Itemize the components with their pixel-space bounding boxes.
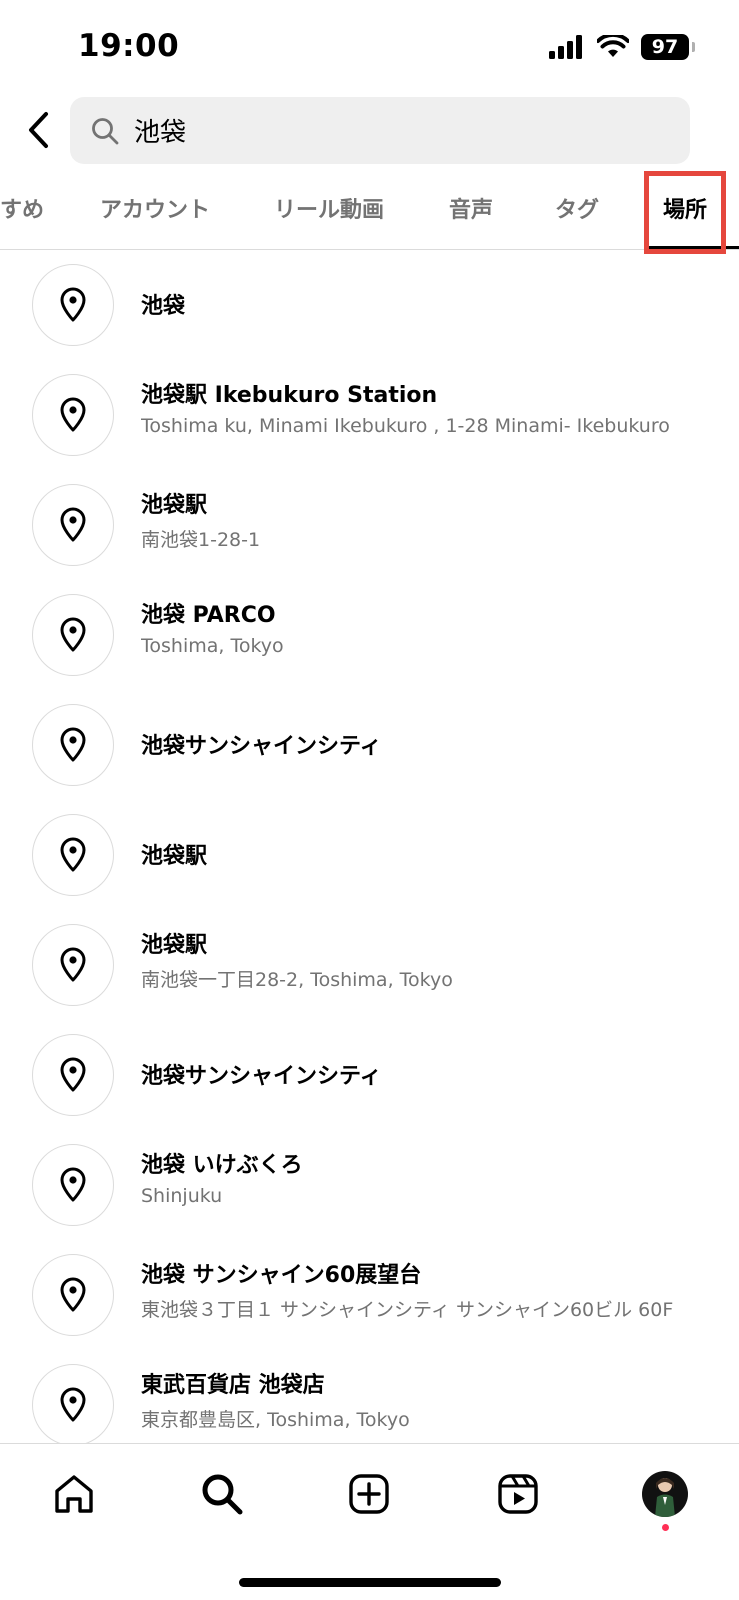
- place-icon-circle: [32, 1254, 114, 1336]
- place-text: 東武百貨店 池袋店 東京都豊島区, Toshima, Tokyo: [141, 1367, 731, 1432]
- location-pin-icon: [60, 1277, 86, 1312]
- active-tab-underline: [646, 246, 739, 249]
- location-pin-icon: [60, 837, 86, 872]
- place-name: 池袋 いけぶくろ: [141, 1153, 303, 1178]
- location-pin-icon: [60, 397, 86, 432]
- nav-profile[interactable]: [637, 1466, 693, 1522]
- profile-avatar: [642, 1471, 688, 1517]
- place-icon-circle: [32, 1144, 114, 1226]
- nav-reels[interactable]: [490, 1466, 546, 1522]
- home-icon: [55, 1475, 93, 1513]
- place-item[interactable]: 池袋駅: [0, 802, 739, 912]
- location-pin-icon: [60, 947, 86, 982]
- place-name: 池袋 サンシャイン60展望台: [141, 1263, 422, 1288]
- place-address: 東池袋３丁目１ サンシャインシティ サンシャイン60ビル 60F: [141, 1299, 674, 1321]
- place-item[interactable]: 池袋駅 南池袋一丁目28-2, Toshima, Tokyo: [0, 912, 739, 1022]
- location-pin-icon: [60, 727, 86, 762]
- nav-create[interactable]: [341, 1466, 397, 1522]
- reels-icon: [498, 1474, 538, 1514]
- place-icon-circle: [32, 484, 114, 566]
- place-name: 池袋サンシャインシティ: [141, 1064, 382, 1089]
- place-name: 池袋サンシャインシティ: [141, 734, 382, 759]
- location-pin-icon: [60, 1167, 86, 1202]
- place-name: 池袋駅: [141, 493, 208, 518]
- tab-reels[interactable]: リール動画: [274, 192, 384, 224]
- place-icon-circle: [32, 374, 114, 456]
- place-name: 池袋駅 Ikebukuro Station: [141, 383, 438, 408]
- place-item[interactable]: 池袋サンシャインシティ: [0, 1022, 739, 1132]
- status-bar: 19:00 97: [0, 0, 739, 96]
- place-address: 南池袋1-28-1: [141, 529, 261, 551]
- place-address: 南池袋一丁目28-2, Toshima, Tokyo: [141, 969, 453, 991]
- search-icon: [90, 116, 120, 146]
- place-name: 池袋: [141, 294, 186, 319]
- place-text: 池袋 いけぶくろ Shinjuku: [141, 1147, 731, 1207]
- bottom-nav: [0, 1443, 739, 1600]
- search-input[interactable]: [134, 115, 654, 146]
- tab-places[interactable]: 場所: [663, 192, 707, 224]
- location-pin-icon: [60, 1387, 86, 1422]
- place-item[interactable]: 池袋: [0, 252, 739, 362]
- place-name: 池袋駅: [141, 844, 208, 869]
- location-pin-icon: [60, 617, 86, 652]
- place-icon-circle: [32, 594, 114, 676]
- place-item[interactable]: 池袋 PARCO Toshima, Tokyo: [0, 582, 739, 692]
- tab-accounts[interactable]: アカウント: [100, 192, 210, 224]
- home-indicator: [239, 1578, 501, 1587]
- place-item[interactable]: 池袋駅 南池袋1-28-1: [0, 472, 739, 582]
- tab-tags[interactable]: タグ: [555, 192, 599, 224]
- status-icons: 97: [549, 34, 695, 60]
- tab-audio[interactable]: 音声: [449, 192, 493, 224]
- place-text: 池袋: [141, 288, 731, 320]
- search-tabs: すめ アカウント リール動画 音声 タグ 場所: [0, 170, 739, 250]
- place-item[interactable]: 池袋駅 Ikebukuro Station Toshima ku, Minami…: [0, 362, 739, 472]
- chevron-left-icon: [29, 112, 48, 148]
- search-bar[interactable]: [70, 97, 690, 164]
- location-pin-icon: [60, 287, 86, 322]
- place-text: 池袋駅 南池袋1-28-1: [141, 487, 731, 552]
- place-item[interactable]: 池袋 サンシャイン60展望台 東池袋３丁目１ サンシャインシティ サンシャイン6…: [0, 1242, 739, 1352]
- place-name: 池袋駅: [141, 933, 208, 958]
- search-icon: [202, 1474, 243, 1515]
- wifi-icon: [597, 35, 629, 57]
- cellular-signal-icon: [549, 35, 582, 59]
- create-icon: [349, 1474, 389, 1514]
- battery-indicator: 97: [641, 34, 695, 60]
- place-address: Shinjuku: [141, 1185, 223, 1207]
- place-name: 池袋 PARCO: [141, 603, 276, 628]
- status-time: 19:00: [78, 28, 180, 64]
- place-text: 池袋サンシャインシティ: [141, 728, 731, 760]
- place-text: 池袋駅: [141, 838, 731, 870]
- place-address: Toshima ku, Minami Ikebukuro , 1-28 Mina…: [141, 415, 670, 437]
- battery-level: 97: [651, 36, 679, 58]
- place-text: 池袋駅 南池袋一丁目28-2, Toshima, Tokyo: [141, 927, 731, 992]
- place-icon-circle: [32, 264, 114, 346]
- place-icon-circle: [32, 1364, 114, 1446]
- nav-home[interactable]: [46, 1466, 102, 1522]
- nav-search[interactable]: [194, 1466, 250, 1522]
- location-pin-icon: [60, 1057, 86, 1092]
- back-button[interactable]: [14, 106, 62, 154]
- place-icon-circle: [32, 814, 114, 896]
- place-icon-circle: [32, 1034, 114, 1116]
- avatar-figure-icon: [655, 1478, 675, 1517]
- place-item[interactable]: 池袋 いけぶくろ Shinjuku: [0, 1132, 739, 1242]
- place-name: 東武百貨店 池袋店: [141, 1373, 325, 1398]
- place-address: 東京都豊島区, Toshima, Tokyo: [141, 1409, 410, 1431]
- place-text: 池袋 サンシャイン60展望台 東池袋３丁目１ サンシャインシティ サンシャイン6…: [141, 1257, 731, 1322]
- notification-dot: [662, 1524, 669, 1531]
- place-item[interactable]: 池袋サンシャインシティ: [0, 692, 739, 802]
- place-icon-circle: [32, 704, 114, 786]
- place-text: 池袋駅 Ikebukuro Station Toshima ku, Minami…: [141, 377, 731, 437]
- place-text: 池袋サンシャインシティ: [141, 1058, 731, 1090]
- place-text: 池袋 PARCO Toshima, Tokyo: [141, 597, 731, 657]
- tab-recommended[interactable]: すめ: [0, 192, 44, 224]
- place-address: Toshima, Tokyo: [141, 635, 284, 657]
- location-pin-icon: [60, 507, 86, 542]
- place-icon-circle: [32, 924, 114, 1006]
